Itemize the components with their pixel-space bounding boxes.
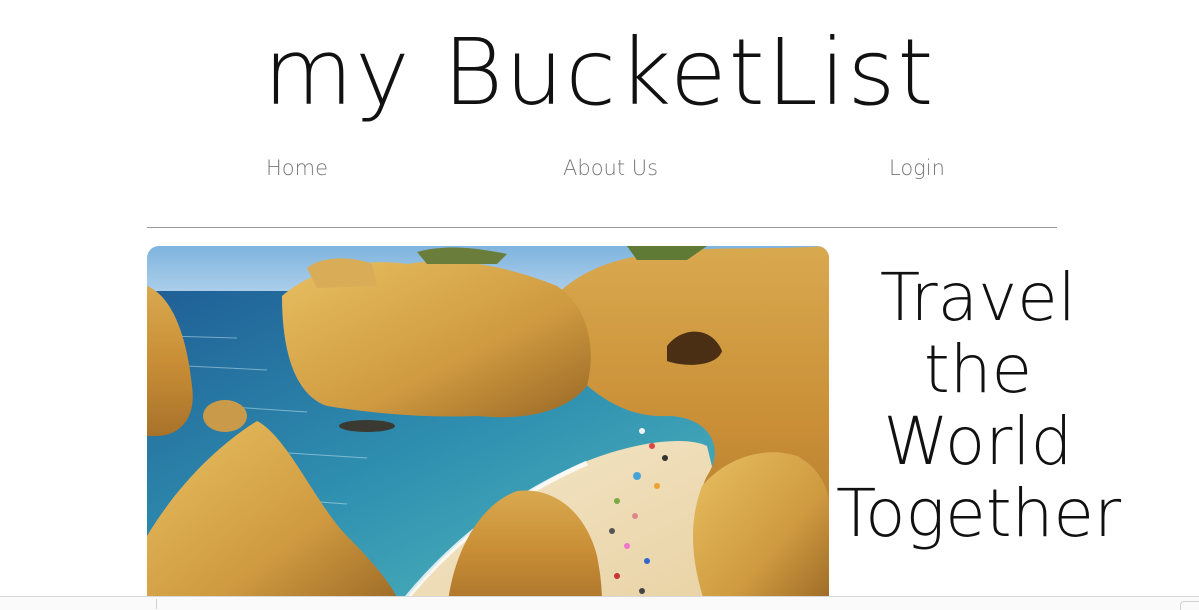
- tagline-line-4: Together: [836, 475, 1122, 552]
- header-divider: [147, 227, 1057, 228]
- horizontal-scrollbar[interactable]: [0, 596, 1199, 610]
- hero-tagline: Travel the World Together: [836, 259, 1122, 552]
- tagline-line-1: Travel: [879, 259, 1077, 336]
- site-title: my BucketList: [263, 19, 936, 126]
- scrollbar-divider: [156, 599, 157, 609]
- nav-home-link[interactable]: Home: [266, 156, 328, 180]
- tagline-line-3: World: [883, 403, 1073, 480]
- main-nav: Home About Us Login: [0, 156, 1199, 188]
- tagline-line-2: the: [923, 331, 1033, 408]
- page: my BucketList Home About Us Login Travel…: [0, 0, 1199, 610]
- nav-login-link[interactable]: Login: [889, 156, 945, 180]
- scrollbar-corner: [1180, 601, 1199, 610]
- nav-about-us-link[interactable]: About Us: [563, 156, 658, 180]
- hero-beach-image: [147, 246, 829, 610]
